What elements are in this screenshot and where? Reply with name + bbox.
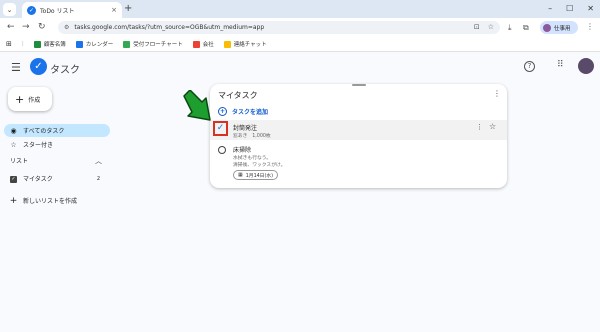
task-more-icon[interactable]: ⋮ <box>476 123 483 131</box>
tab-close-icon[interactable]: × <box>111 6 117 14</box>
calendar-icon <box>75 40 83 48</box>
star-icon: ☆ <box>10 140 17 149</box>
url-text: tasks.google.com/tasks/?utm_source=OGB&u… <box>74 24 265 31</box>
bookmark-item[interactable]: 受付フローチャート <box>123 40 183 48</box>
list-count: 2 <box>96 175 100 182</box>
apps-grid-icon[interactable]: ⊞ <box>6 40 12 48</box>
lists-heading: リスト <box>10 158 29 165</box>
task-list-card: マイタスク ⋮ + タスクを追加 ✓ 封筒発注 窓あき 1,000枚 ⋮ ☆ 床… <box>210 84 507 188</box>
address-bar-row: ← → ↻ ⚙ tasks.google.com/tasks/?utm_sour… <box>0 18 600 37</box>
due-date: 1月14日(水) <box>245 173 274 179</box>
list-title: マイタスク <box>218 91 258 100</box>
task-title: 床掃除 <box>233 147 252 154</box>
list-more-icon[interactable]: ⋮ <box>493 89 501 98</box>
forward-icon[interactable]: → <box>22 21 30 34</box>
reload-icon[interactable]: ↻ <box>38 21 46 34</box>
plus-icon: + <box>9 195 18 206</box>
sidebar-item-my-tasks[interactable]: ✓ マイタスク 2 <box>4 172 110 185</box>
bookmark-item[interactable]: カレンダー <box>75 40 113 48</box>
bookmark-item[interactable]: 顧客名簿 <box>33 40 66 48</box>
add-task-icon: + <box>218 107 227 116</box>
bookmark-icon <box>33 40 41 48</box>
chat-icon <box>223 40 231 48</box>
chevron-up-icon[interactable]: ︿ <box>95 156 102 166</box>
bookmark-separator: | <box>21 41 24 47</box>
browser-menu-icon[interactable]: ⋮ <box>586 22 594 31</box>
extensions-icon[interactable]: ⧉ <box>523 22 529 33</box>
create-button[interactable]: + 作成 <box>8 87 52 111</box>
sidebar-item-new-list[interactable]: + 新しいリストを作成 <box>4 194 110 207</box>
add-task-label: タスクを追加 <box>232 109 269 116</box>
checkbox-checked-icon[interactable]: ✓ <box>9 174 18 183</box>
task-note: 窓あき 1,000枚 <box>233 134 271 139</box>
gmail-icon <box>192 40 200 48</box>
bookmark-item[interactable]: 会社 <box>192 40 214 48</box>
profile-button[interactable]: 仕事用 <box>540 21 578 34</box>
task-star-icon[interactable]: ☆ <box>489 122 496 131</box>
check-circle-icon: ◉ <box>10 126 17 135</box>
profile-label: 仕事用 <box>554 25 571 32</box>
tasks-favicon-icon: ✓ <box>27 5 36 15</box>
tasks-logo-icon: ✓ <box>30 58 47 75</box>
tab-search-chevron-icon[interactable]: ⌄ <box>3 3 16 16</box>
task-note: 清掃後、ワックスがけ。 <box>233 163 286 168</box>
add-task-button[interactable]: + タスクを追加 <box>218 107 268 116</box>
bookmark-star-icon[interactable]: ☆ <box>488 21 494 34</box>
sidebar-item-all-tasks[interactable]: ◉ すべてのタスク <box>4 124 110 137</box>
browser-tab[interactable]: ✓ ToDo リスト × <box>22 2 122 18</box>
task-note: 水拭きも行なう。 <box>233 156 272 161</box>
main-menu-icon[interactable]: ☰ <box>11 61 21 75</box>
bookmarks-bar: ⊞ | 顧客名簿 カレンダー 受付フローチャート 会社 連絡チャット <box>0 37 600 52</box>
google-apps-icon[interactable]: ⠿ <box>557 60 564 70</box>
drag-handle[interactable] <box>352 84 366 86</box>
omnibox[interactable]: ⚙ tasks.google.com/tasks/?utm_source=OGB… <box>58 21 500 34</box>
bookmark-item[interactable]: 連絡チャット <box>223 40 267 48</box>
browser-tab-bar: ⌄ ✓ ToDo リスト × + – ☐ ✕ <box>0 0 600 18</box>
tab-title: ToDo リスト <box>40 7 75 15</box>
sidebar-item-label: 新しいリストを作成 <box>23 198 78 205</box>
close-window-icon[interactable]: ✕ <box>587 2 594 16</box>
back-icon[interactable]: ← <box>7 21 15 34</box>
user-avatar[interactable] <box>578 58 594 74</box>
chart-icon <box>123 40 131 48</box>
sidebar-item-label: マイタスク <box>23 176 53 183</box>
due-date-chip[interactable]: ▦ 1月14日(水) <box>233 170 279 180</box>
new-tab-icon[interactable]: + <box>124 3 132 15</box>
lists-section-header[interactable]: リスト ︿ <box>10 156 102 166</box>
annotation-arrow-icon <box>183 90 211 121</box>
task-row[interactable]: ✓ 封筒発注 窓あき 1,000枚 ⋮ ☆ <box>210 120 507 140</box>
profile-avatar <box>543 23 551 32</box>
calendar-icon: ▦ <box>238 172 243 178</box>
window-controls: – ☐ ✕ <box>548 2 594 16</box>
app-title: タスク <box>50 65 80 76</box>
app-header: ☰ ✓ タスク ? ⠿ <box>0 53 600 83</box>
create-label: 作成 <box>28 96 41 104</box>
task-checkbox[interactable] <box>218 146 226 154</box>
site-info-icon[interactable]: ⚙ <box>64 24 69 31</box>
download-icon[interactable]: ⤓ <box>508 22 512 33</box>
maximize-icon[interactable]: ☐ <box>566 2 573 16</box>
minimize-icon[interactable]: – <box>548 2 552 16</box>
task-title: 封筒発注 <box>233 125 258 132</box>
sidebar-item-starred[interactable]: ☆ スター付き <box>4 138 110 151</box>
help-icon[interactable]: ? <box>524 61 535 72</box>
task-complete-checkbox[interactable]: ✓ <box>213 121 228 136</box>
sidebar-item-label: すべてのタスク <box>23 128 65 135</box>
sidebar-item-label: スター付き <box>23 142 54 149</box>
install-app-icon[interactable]: ⊡ <box>474 21 480 34</box>
plus-icon: + <box>15 92 25 106</box>
